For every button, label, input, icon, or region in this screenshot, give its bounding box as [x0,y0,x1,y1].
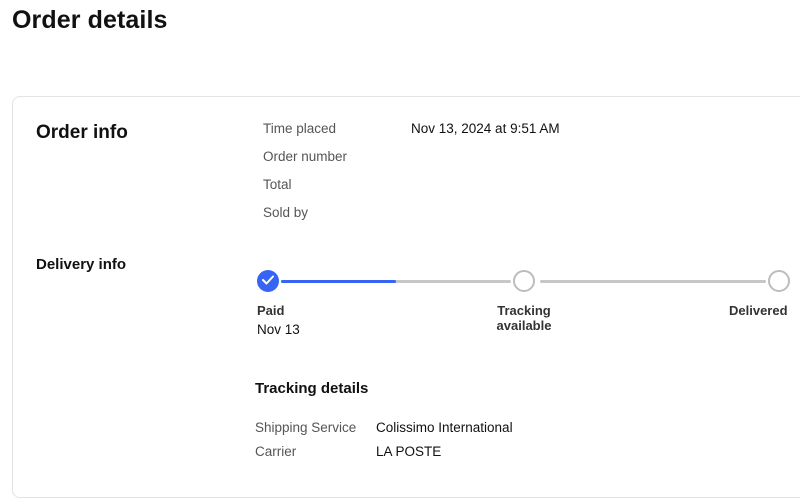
order-info-title: Order info [36,122,128,143]
tracking-details-title: Tracking details [255,380,369,397]
step-tracking-marker [513,270,535,292]
check-icon [262,272,274,290]
page-title: Order details [12,6,168,34]
step-delivered-marker [768,270,790,292]
step-delivered-label: Delivered [729,303,788,318]
time-placed-label: Time placed [263,121,337,136]
shipping-service-value: Colissimo International [376,420,513,435]
delivery-info-title: Delivery info [36,256,127,273]
total-label: Total [263,177,292,192]
time-placed-value: Nov 13, 2024 at 9:51 AM [411,121,560,136]
progress-fill [281,280,396,283]
sold-by-label: Sold by [263,205,309,220]
shipping-service-label: Shipping Service [255,420,357,435]
step-paid-marker [257,270,279,292]
step-paid-date: Nov 13 [257,322,300,337]
order-number-label: Order number [263,149,348,164]
carrier-value: LA POSTE [376,444,442,459]
step-paid-label: Paid [257,303,285,318]
order-details-card [12,96,800,498]
step-tracking-label: Tracking available [496,303,552,333]
progress-track-segment [540,280,766,283]
carrier-label: Carrier [255,444,297,459]
